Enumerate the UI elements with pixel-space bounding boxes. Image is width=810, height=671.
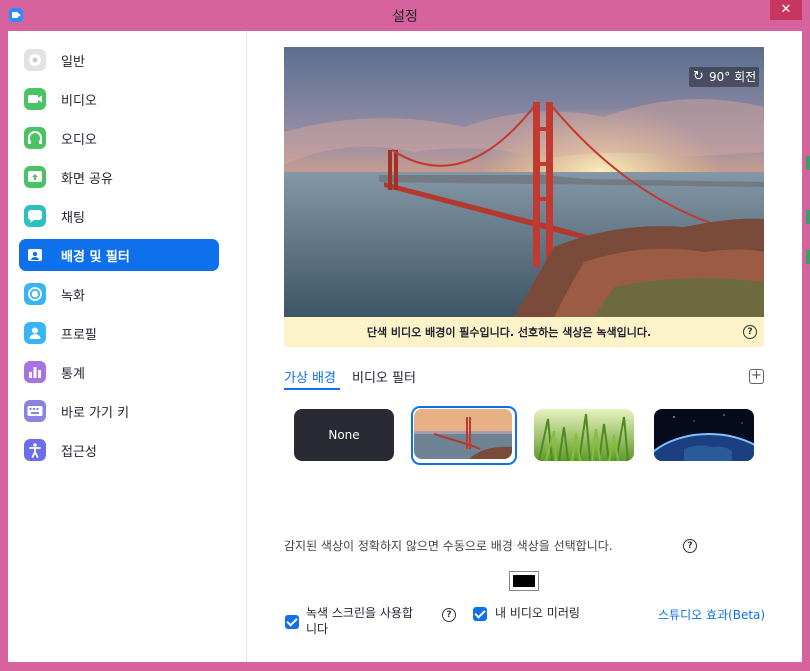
background-filters-panel: ↻ 90° 회전 단색 비디오 배경이 필수입니다. 선호하는 색상은 녹색입니…: [247, 31, 802, 662]
rotate-label: 90° 회전: [709, 70, 757, 84]
window-edge-mark: [806, 210, 810, 224]
sidebar-item-label: 배경 및 필터: [61, 250, 130, 265]
stats-icon: [24, 361, 46, 383]
sidebar-item-statistics[interactable]: 통계: [19, 356, 219, 388]
color-hint-text: 감지된 색상이 정확하지 않으면 수동으로 배경 색상을 선택합니다.: [284, 539, 613, 553]
settings-window: 설정 ✕ 일반 비디오 오디오 화면 공유 채팅 배경 및 필터 녹화 프로필 …: [0, 0, 810, 671]
sidebar-item-profile[interactable]: 프로필: [19, 317, 219, 349]
sidebar-item-share-screen[interactable]: 화면 공유: [19, 161, 219, 193]
video-icon: [24, 88, 46, 110]
sidebar-item-label: 프로필: [61, 328, 97, 343]
background-earth[interactable]: [654, 409, 754, 461]
sidebar-item-label: 채팅: [61, 211, 85, 226]
green-screen-notice: 단색 비디오 배경이 필수입니다. 선호하는 색상은 녹색입니다. ?: [284, 317, 764, 347]
chat-icon: [24, 205, 46, 227]
add-background-button[interactable]: +: [749, 369, 764, 384]
tab-virtual-background[interactable]: 가상 배경: [284, 367, 336, 386]
sidebar: 일반 비디오 오디오 화면 공유 채팅 배경 및 필터 녹화 프로필 통계 바로…: [8, 31, 247, 662]
settings-content: 일반 비디오 오디오 화면 공유 채팅 배경 및 필터 녹화 프로필 통계 바로…: [8, 31, 802, 662]
golden-gate-background-image: [284, 47, 764, 317]
background-golden-gate[interactable]: [414, 409, 512, 459]
close-button[interactable]: ✕: [770, 0, 802, 20]
help-icon[interactable]: ?: [442, 608, 456, 622]
earth-thumbnail: [654, 409, 754, 461]
help-icon[interactable]: ?: [743, 325, 757, 339]
profile-icon: [24, 322, 46, 344]
active-tab-indicator: [284, 388, 340, 390]
notice-text: 단색 비디오 배경이 필수입니다. 선호하는 색상은 녹색입니다.: [366, 326, 652, 339]
sidebar-item-shortcuts[interactable]: 바로 가기 키: [19, 395, 219, 427]
grass-thumbnail: [534, 409, 634, 461]
sidebar-item-label: 접근성: [61, 445, 97, 460]
record-icon: [24, 283, 46, 305]
background-icon: [24, 244, 46, 266]
background-none[interactable]: None: [294, 409, 394, 461]
sidebar-item-audio[interactable]: 오디오: [19, 122, 219, 154]
window-edge-mark: [806, 156, 810, 170]
sidebar-item-label: 일반: [61, 55, 85, 70]
sidebar-item-label: 오디오: [61, 133, 97, 148]
mirror-video-label: 내 비디오 미러링: [495, 606, 580, 620]
sidebar-item-chat[interactable]: 채팅: [19, 200, 219, 232]
video-preview: ↻ 90° 회전: [284, 47, 764, 317]
headphones-icon: [24, 127, 46, 149]
sidebar-item-recording[interactable]: 녹화: [19, 278, 219, 310]
accessibility-icon: [24, 439, 46, 461]
sidebar-item-general[interactable]: 일반: [19, 44, 219, 76]
mirror-video-checkbox[interactable]: [473, 607, 487, 621]
sidebar-item-accessibility[interactable]: 접근성: [19, 434, 219, 466]
green-screen-label: 녹색 스크린을 사용합 니다: [306, 606, 413, 636]
background-grass[interactable]: [534, 409, 634, 461]
title-bar: 설정 ✕: [0, 0, 810, 31]
selected-color-swatch: [513, 575, 535, 587]
gear-icon: [24, 49, 46, 71]
background-color-picker[interactable]: [509, 571, 539, 591]
golden-gate-thumbnail: [414, 409, 512, 459]
sidebar-item-label: 녹화: [61, 289, 85, 304]
window-edge-mark: [806, 250, 810, 264]
rotate-icon: ↻: [693, 69, 704, 84]
share-screen-icon: [24, 166, 46, 188]
help-icon[interactable]: ?: [683, 539, 697, 553]
sidebar-item-label: 통계: [61, 367, 85, 382]
sidebar-item-label: 비디오: [61, 94, 97, 109]
studio-effects-link[interactable]: 스튜디오 효과(Beta): [658, 606, 765, 623]
keyboard-icon: [24, 400, 46, 422]
tab-video-filters[interactable]: 비디오 필터: [352, 367, 416, 386]
rotate-button[interactable]: ↻ 90° 회전: [689, 67, 759, 87]
sidebar-item-background-filters[interactable]: 배경 및 필터: [19, 239, 219, 271]
sidebar-item-label: 바로 가기 키: [61, 406, 130, 421]
sidebar-item-label: 화면 공유: [61, 172, 113, 187]
window-title: 설정: [392, 9, 418, 25]
sidebar-item-video[interactable]: 비디오: [19, 83, 219, 115]
green-screen-checkbox[interactable]: [285, 615, 299, 629]
